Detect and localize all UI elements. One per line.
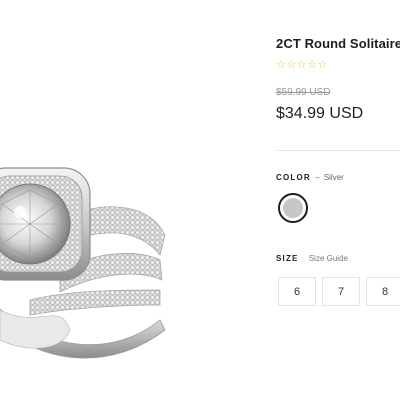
size-guide-link[interactable]: Size Guide	[309, 254, 348, 263]
product-info: 2CT Round Solitaire ☆☆☆☆☆ $59.99 USD $34…	[276, 0, 400, 400]
color-heading: COLOR	[276, 173, 311, 182]
original-price: $59.99 USD	[276, 87, 331, 98]
color-swatch-silver[interactable]	[278, 193, 308, 223]
ring-icon	[0, 167, 166, 359]
size-option-7[interactable]: 7	[322, 277, 360, 306]
product-title: 2CT Round Solitaire	[276, 36, 400, 51]
size-heading: SIZE	[276, 254, 299, 263]
swatch-fill	[283, 198, 303, 218]
rating-stars[interactable]: ☆☆☆☆☆	[276, 58, 328, 71]
divider	[276, 150, 400, 151]
size-option-6[interactable]: 6	[278, 277, 316, 306]
color-selected-value: Silver	[323, 173, 344, 182]
size-label: SIZE Size Guide	[276, 254, 348, 263]
size-option-8[interactable]: 8	[366, 277, 400, 306]
color-separator: –	[315, 173, 320, 182]
color-label: COLOR – Silver	[276, 173, 344, 182]
sale-price: $34.99 USD	[276, 105, 364, 122]
product-image[interactable]	[0, 0, 240, 400]
